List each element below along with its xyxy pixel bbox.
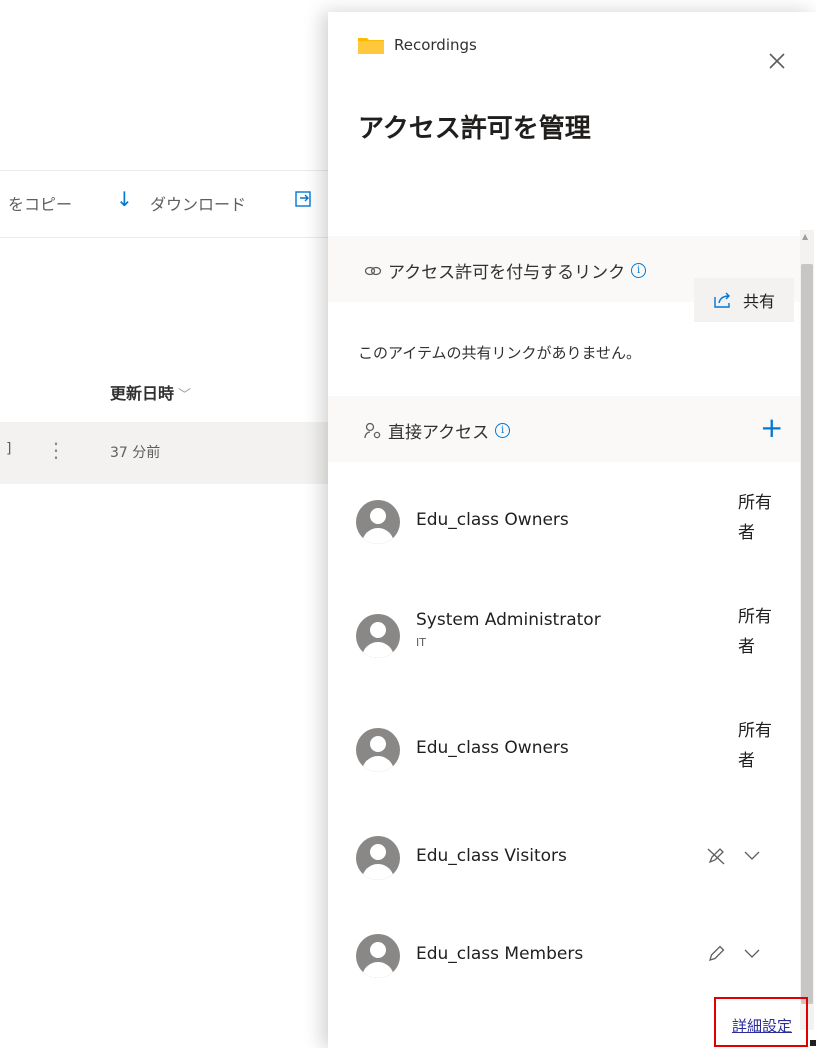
row-edge-fragment: ] [6,441,12,457]
access-entry: Edu_class Owners 所有者 [328,710,800,790]
edit-pencil-icon [709,945,725,961]
modified-time: 37 分前 [110,445,161,461]
no-edit-pencil-icon [707,848,725,865]
access-entry: System Administrator IT 所有者 [328,596,800,676]
modified-column-header[interactable]: 更新日時 ﹀ [110,380,191,404]
direct-access-heading: 直接アクセス i [364,418,511,443]
folder-name: Recordings [394,36,477,54]
add-people-icon[interactable]: + [760,414,783,442]
role-label: 所有者 [738,607,772,657]
person-name: Edu_class Visitors [416,846,567,866]
access-entry: Edu_class Owners 所有者 [328,482,800,562]
access-entry: Edu_class Members [328,916,800,996]
link-icon [364,266,382,275]
info-icon[interactable]: i [495,423,511,438]
folder-breadcrumb: Recordings [358,36,477,54]
avatar [356,614,400,658]
document-library-background: をコピー ↓ ダウンロード 更新日時 ﹀ ] ⋮ 37 分前 [0,0,330,1048]
file-row[interactable]: ] ⋮ 37 分前 [0,422,330,484]
access-entry: Edu_class Visitors [328,818,800,898]
download-icon[interactable]: ↓ [116,187,133,211]
role-label: 所有者 [738,493,772,543]
avatar [356,836,400,880]
folder-icon [358,38,384,54]
chevron-down-icon: ﹀ [178,388,192,403]
advanced-settings-link[interactable]: 詳細設定 [732,1015,792,1036]
avatar [356,728,400,772]
person-name: System Administrator [416,610,601,630]
manage-access-panel: Recordings アクセス許可を管理 ▲ アクセス許可を付与するリンク i … [328,12,816,1048]
panel-title: アクセス許可を管理 [358,114,591,144]
advanced-settings-highlight: 詳細設定 [714,997,808,1047]
direct-access-section: 直接アクセス i + [328,396,800,462]
share-label: 共有 [742,292,775,311]
more-options-icon[interactable]: ⋮ [46,438,66,462]
no-links-message: このアイテムの共有リンクがありません。 [358,344,642,362]
info-icon[interactable]: i [631,263,647,278]
person-name: Edu_class Owners [416,510,569,530]
sharing-links-title: アクセス許可を付与するリンク [388,263,626,283]
person-subtitle: IT [416,636,426,649]
scrollbar-thumb[interactable] [801,264,813,1004]
chevron-down-icon [744,949,760,958]
sharing-links-heading: アクセス許可を付与するリンク i [364,258,647,283]
command-bar: をコピー ↓ ダウンロード [0,170,330,238]
move-to-icon[interactable] [294,189,314,209]
permission-dropdown[interactable] [706,846,760,866]
copy-link-command[interactable]: をコピー [8,191,72,215]
close-icon[interactable] [764,48,790,74]
chevron-down-icon [744,851,760,860]
download-command[interactable]: ダウンロード [150,191,246,215]
person-name: Edu_class Members [416,944,584,964]
avatar [356,934,400,978]
scroll-up-arrow-icon[interactable]: ▲ [802,232,808,241]
people-icon [364,422,381,438]
share-icon [714,292,730,308]
permission-dropdown[interactable] [706,944,760,964]
person-name: Edu_class Owners [416,738,569,758]
share-button[interactable]: 共有 [694,278,794,322]
role-label: 所有者 [738,721,772,771]
avatar [356,500,400,544]
modified-column-label: 更新日時 [110,384,175,403]
direct-access-title: 直接アクセス [388,423,490,443]
cursor-marker [810,1040,816,1046]
